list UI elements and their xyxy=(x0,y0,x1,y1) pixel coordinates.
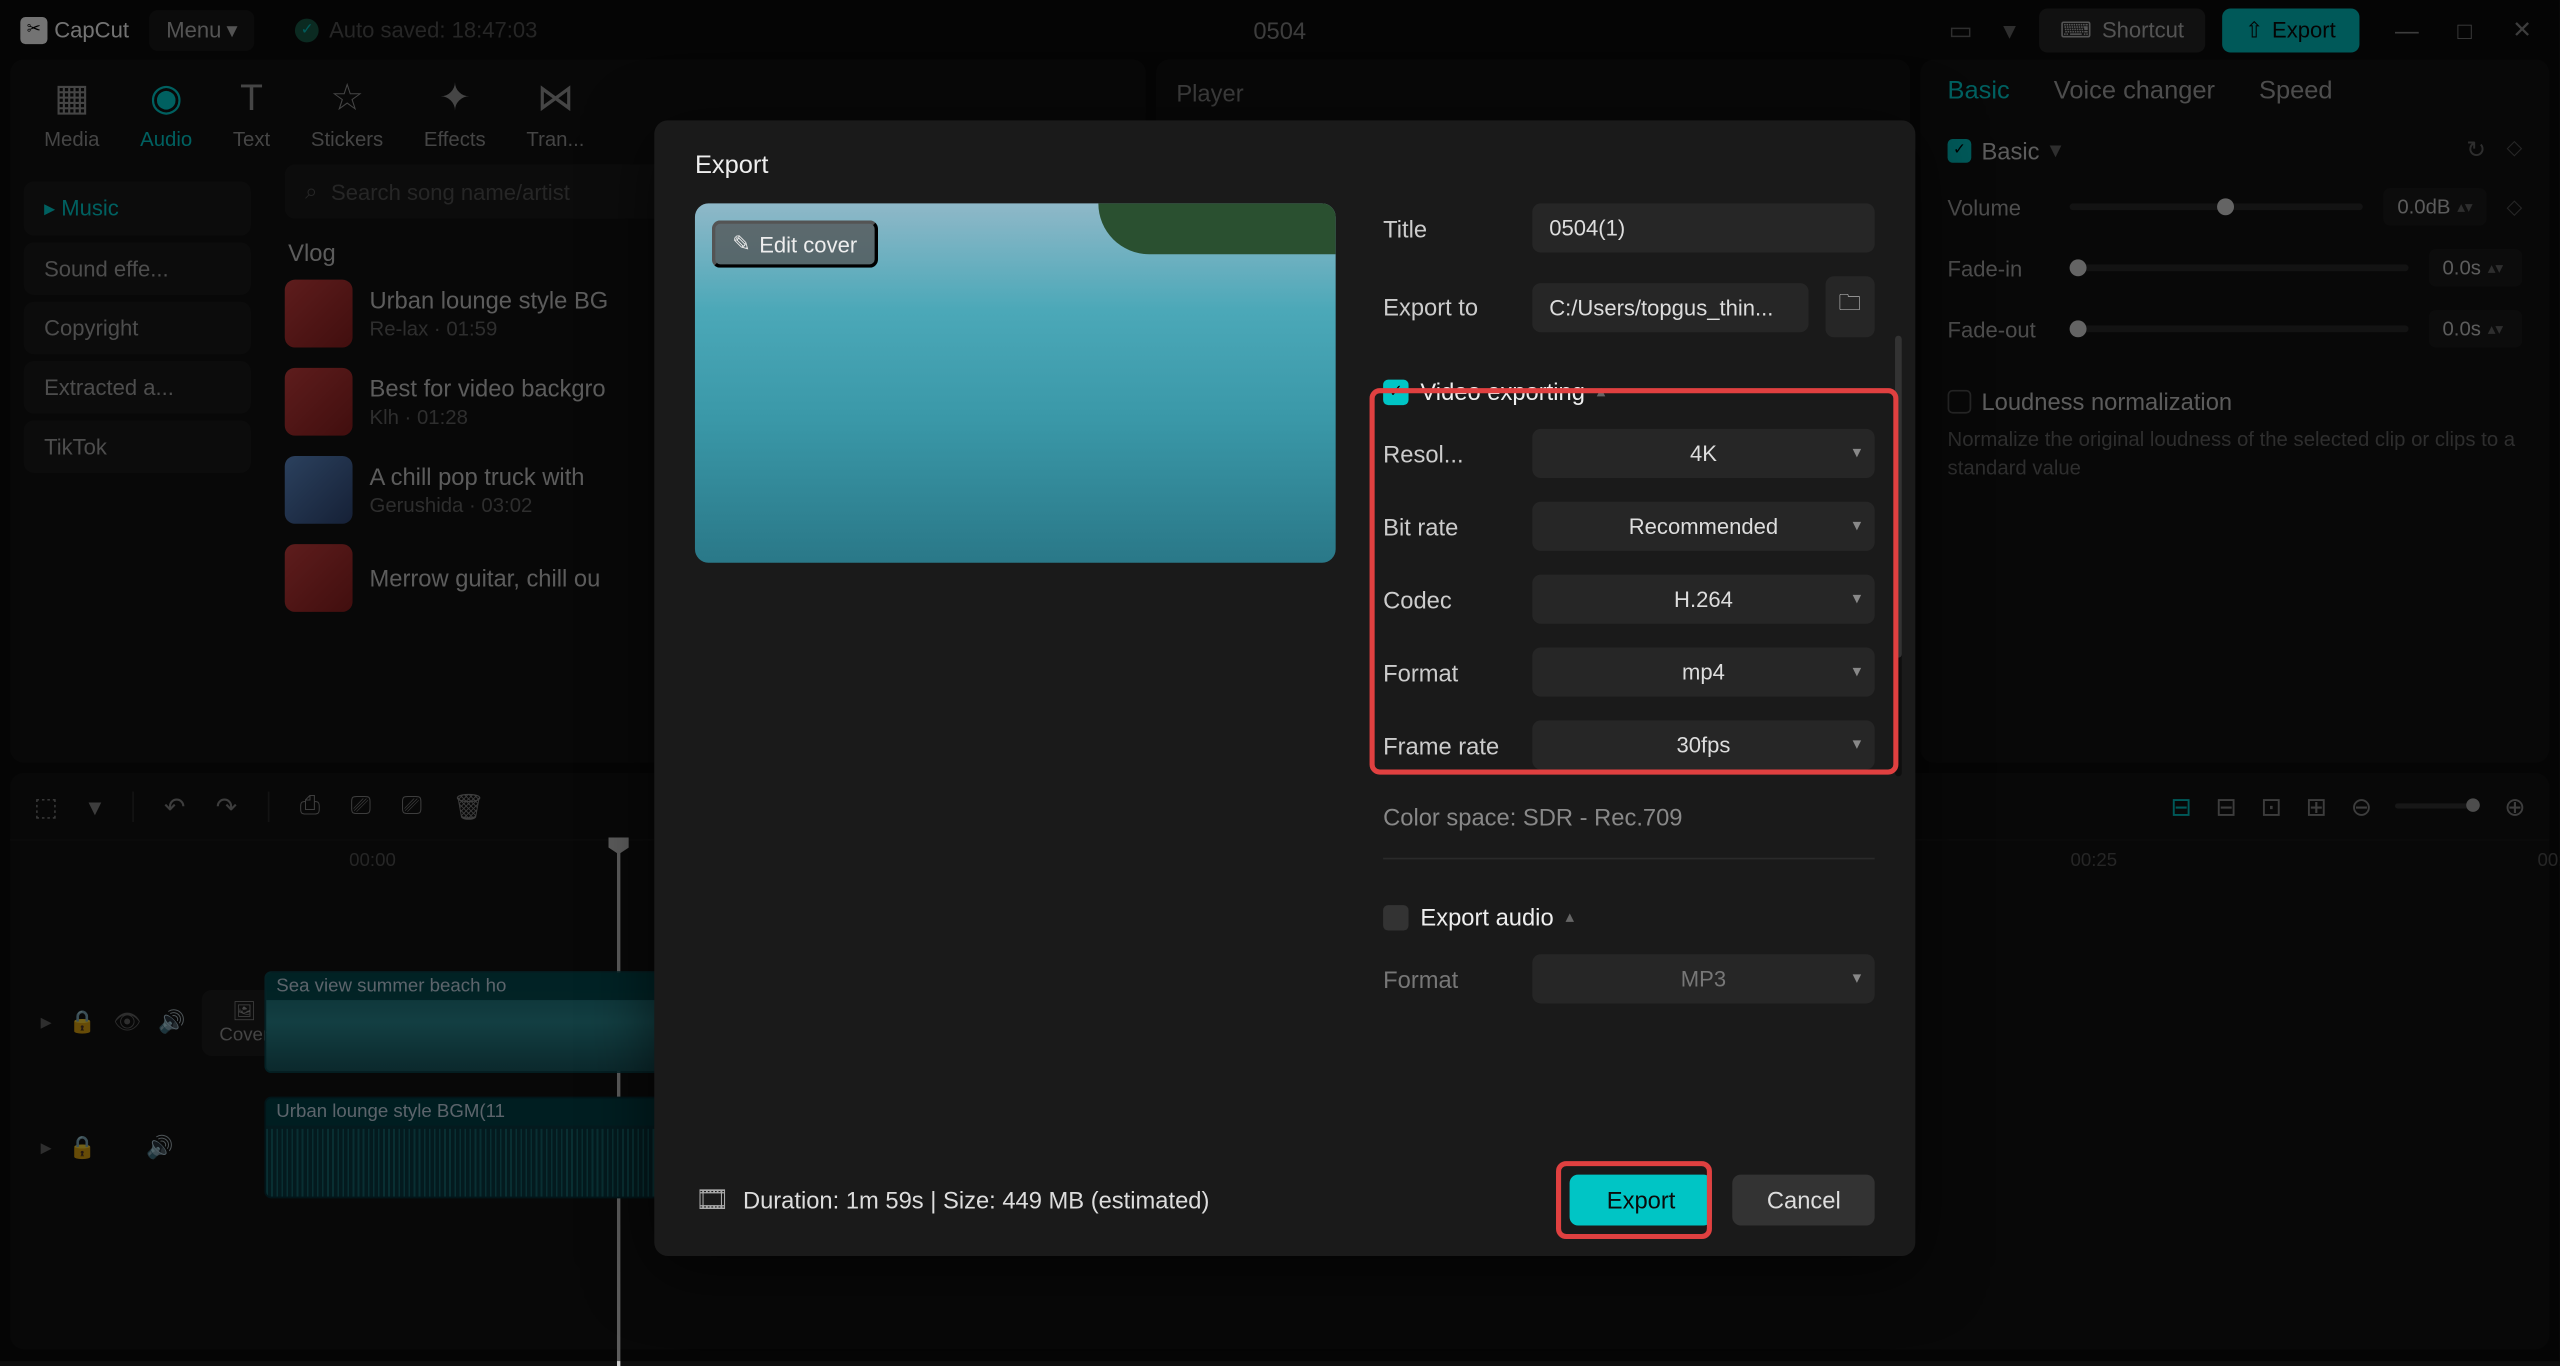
chevron-up-icon[interactable]: ▴ xyxy=(1597,382,1606,401)
exportto-path: C:/Users/topgus_thin... xyxy=(1532,282,1808,331)
chevron-down-icon: ▾ xyxy=(1853,736,1862,755)
codec-select[interactable]: H.264▾ xyxy=(1532,575,1874,624)
chevron-down-icon: ▾ xyxy=(1853,970,1862,989)
film-icon: 🎞 xyxy=(695,1183,729,1217)
browse-folder-button[interactable]: 🗀 xyxy=(1825,276,1875,337)
chevron-down-icon: ▾ xyxy=(1853,444,1862,463)
resolution-label: Resol... xyxy=(1383,440,1515,467)
format-select[interactable]: mp4▾ xyxy=(1532,647,1874,696)
exportto-label: Export to xyxy=(1383,293,1515,320)
audio-format-select: MP3▾ xyxy=(1532,954,1874,1003)
cancel-button[interactable]: Cancel xyxy=(1733,1175,1875,1226)
title-label: Title xyxy=(1383,214,1515,241)
framerate-label: Frame rate xyxy=(1383,731,1515,758)
pencil-icon: ✎ xyxy=(732,231,750,258)
bitrate-label: Bit rate xyxy=(1383,513,1515,540)
framerate-select[interactable]: 30fps▾ xyxy=(1532,720,1874,769)
bitrate-select[interactable]: Recommended▾ xyxy=(1532,502,1874,551)
divider xyxy=(1383,858,1875,860)
edit-cover-button[interactable]: ✎ Edit cover xyxy=(712,220,878,267)
scrollbar[interactable] xyxy=(1895,336,1902,777)
title-input[interactable] xyxy=(1532,203,1874,252)
export-dialog: Export ✎ Edit cover Title Expor xyxy=(654,120,1915,1256)
audio-format-label: Format xyxy=(1383,965,1515,992)
dialog-title: Export xyxy=(695,151,1875,180)
chevron-up-icon[interactable]: ▴ xyxy=(1566,908,1575,927)
chevron-down-icon: ▾ xyxy=(1853,663,1862,682)
format-label: Format xyxy=(1383,659,1515,686)
export-info: Duration: 1m 59s | Size: 449 MB (estimat… xyxy=(743,1187,1209,1214)
chevron-down-icon: ▾ xyxy=(1853,590,1862,609)
codec-label: Codec xyxy=(1383,586,1515,613)
checkbox-on-icon[interactable]: ✓ xyxy=(1383,379,1408,404)
chevron-down-icon: ▾ xyxy=(1853,517,1862,536)
resolution-select[interactable]: 4K▾ xyxy=(1532,429,1874,478)
cover-preview: ✎ Edit cover xyxy=(695,203,1336,562)
folder-icon: 🗀 xyxy=(1839,290,1862,315)
checkbox-off-icon[interactable] xyxy=(1383,904,1408,929)
colorspace-label: Color space: SDR - Rec.709 xyxy=(1383,803,1875,830)
export-confirm-button[interactable]: Export xyxy=(1569,1175,1712,1226)
